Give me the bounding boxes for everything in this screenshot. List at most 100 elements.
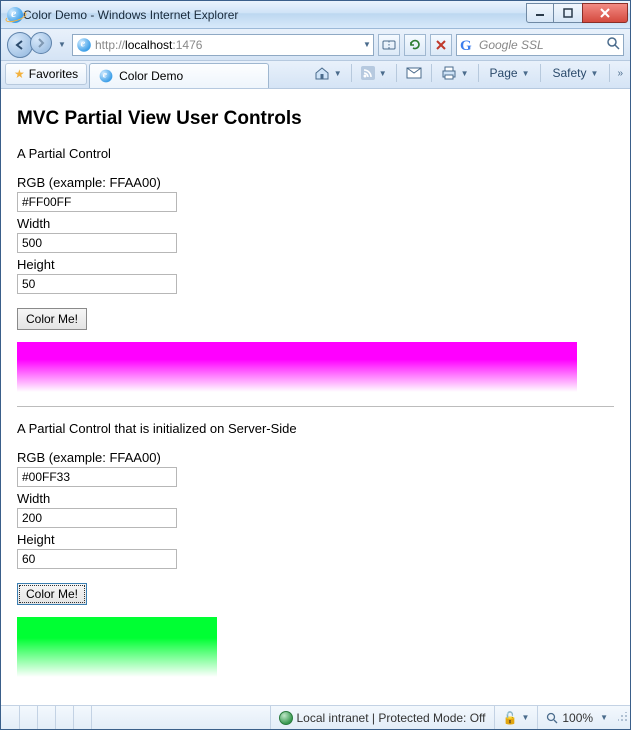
resize-grip[interactable] <box>616 712 630 724</box>
rss-icon <box>361 66 375 80</box>
divider <box>17 406 614 407</box>
status-cell <box>91 706 109 729</box>
forward-button[interactable] <box>30 32 52 54</box>
search-box[interactable]: G Google SSL <box>456 34 624 56</box>
print-icon <box>441 66 457 80</box>
nav-row: ▼ http://localhost:1476 ▼ G Google SSL <box>1 29 630 61</box>
read-mail-button[interactable] <box>401 62 427 84</box>
separator <box>351 64 352 82</box>
status-cell <box>1 706 19 729</box>
mail-icon <box>406 67 422 79</box>
rgb-label: RGB (example: FFAA00) <box>17 450 614 465</box>
width-label: Width <box>17 491 614 506</box>
chevron-down-icon: ▼ <box>334 69 342 78</box>
titlebar: Color Demo - Windows Internet Explorer <box>1 1 630 29</box>
maximize-icon <box>563 8 573 18</box>
chevron-down-icon: ▼ <box>379 69 387 78</box>
status-cell <box>37 706 55 729</box>
section-title: A Partial Control that is initialized on… <box>17 421 614 436</box>
window-controls <box>526 3 628 23</box>
url-dropdown-icon[interactable]: ▼ <box>361 40 373 49</box>
height-label: Height <box>17 532 614 547</box>
print-button[interactable]: ▼ <box>436 62 474 84</box>
separator <box>540 64 541 82</box>
rgb-input[interactable] <box>17 192 177 212</box>
stop-button[interactable] <box>430 34 452 56</box>
status-cell <box>55 706 73 729</box>
command-bar: ▼ ▼ ▼ Page ▼ Safety <box>309 62 626 84</box>
safety-menu[interactable]: Safety ▼ <box>545 62 605 84</box>
minimize-button[interactable] <box>526 3 554 23</box>
page-menu[interactable]: Page ▼ <box>483 62 537 84</box>
width-label: Width <box>17 216 614 231</box>
height-input[interactable] <box>17 549 177 569</box>
refresh-icon <box>409 39 421 51</box>
compat-icon <box>382 39 396 51</box>
svg-text:G: G <box>460 38 472 53</box>
google-icon: G <box>460 37 476 53</box>
tab-row: ★ Favorites Color Demo ▼ ▼ <box>1 61 630 89</box>
rgb-label: RGB (example: FFAA00) <box>17 175 614 190</box>
toolbar-overflow-icon[interactable]: » <box>614 68 626 79</box>
feeds-button[interactable]: ▼ <box>356 62 392 84</box>
grip-icon <box>618 712 628 722</box>
page-viewport: MVC Partial View User Controls A Partial… <box>1 89 630 705</box>
separator <box>609 64 610 82</box>
width-input[interactable] <box>17 233 177 253</box>
favorites-label: Favorites <box>29 67 78 81</box>
chevron-down-icon: ▼ <box>600 713 608 722</box>
status-cell <box>19 706 37 729</box>
window-title: Color Demo - Windows Internet Explorer <box>23 8 526 22</box>
refresh-button[interactable] <box>404 34 426 56</box>
search-icon[interactable] <box>606 36 620 53</box>
close-button[interactable] <box>582 3 628 23</box>
nav-buttons <box>7 32 52 58</box>
color-swatch <box>17 617 217 677</box>
zoom-icon <box>546 712 558 724</box>
page-heading: MVC Partial View User Controls <box>17 108 614 130</box>
color-swatch <box>17 342 577 392</box>
url-text: http://localhost:1476 <box>95 38 361 52</box>
star-icon: ★ <box>14 67 25 81</box>
separator <box>478 64 479 82</box>
tab-color-demo[interactable]: Color Demo <box>89 63 269 88</box>
back-arrow-icon <box>14 39 26 51</box>
lock-open-icon: 🔓 <box>503 711 518 725</box>
back-button[interactable] <box>7 32 33 58</box>
tab-page-icon <box>100 70 113 83</box>
globe-icon <box>279 711 293 725</box>
separator <box>396 64 397 82</box>
chevron-down-icon: ▼ <box>522 69 530 78</box>
color-me-button[interactable]: Color Me! <box>17 583 87 605</box>
favorites-button[interactable]: ★ Favorites <box>5 63 87 85</box>
chevron-down-icon: ▼ <box>521 713 529 722</box>
ie-logo-icon <box>7 7 23 23</box>
browser-window: Color Demo - Windows Internet Explorer ▼ <box>0 0 631 730</box>
security-zone[interactable]: Local intranet | Protected Mode: Off <box>270 706 494 729</box>
compat-view-button[interactable] <box>378 34 400 56</box>
width-input[interactable] <box>17 508 177 528</box>
partial-control-2: A Partial Control that is initialized on… <box>17 421 614 677</box>
section-title: A Partial Control <box>17 146 614 161</box>
forward-arrow-icon <box>36 38 46 48</box>
partial-control-1: A Partial Control RGB (example: FFAA00) … <box>17 146 614 392</box>
protected-mode-indicator[interactable]: 🔓 ▼ <box>494 706 538 729</box>
search-placeholder: Google SSL <box>479 38 603 52</box>
address-bar[interactable]: http://localhost:1476 ▼ <box>72 34 374 56</box>
minimize-icon <box>535 8 545 18</box>
status-bar: Local intranet | Protected Mode: Off 🔓 ▼… <box>1 705 630 729</box>
home-button[interactable]: ▼ <box>309 62 347 84</box>
nav-history-dropdown[interactable]: ▼ <box>56 40 68 49</box>
close-icon <box>599 8 611 18</box>
zoom-value: 100% <box>562 711 593 725</box>
tab-label: Color Demo <box>119 69 183 83</box>
separator <box>431 64 432 82</box>
rgb-input[interactable] <box>17 467 177 487</box>
height-input[interactable] <box>17 274 177 294</box>
maximize-button[interactable] <box>554 3 582 23</box>
zone-text: Local intranet | Protected Mode: Off <box>297 711 486 725</box>
zoom-control[interactable]: 100% ▼ <box>537 706 616 729</box>
stop-icon <box>436 40 446 50</box>
color-me-button[interactable]: Color Me! <box>17 308 87 330</box>
status-cell <box>73 706 91 729</box>
